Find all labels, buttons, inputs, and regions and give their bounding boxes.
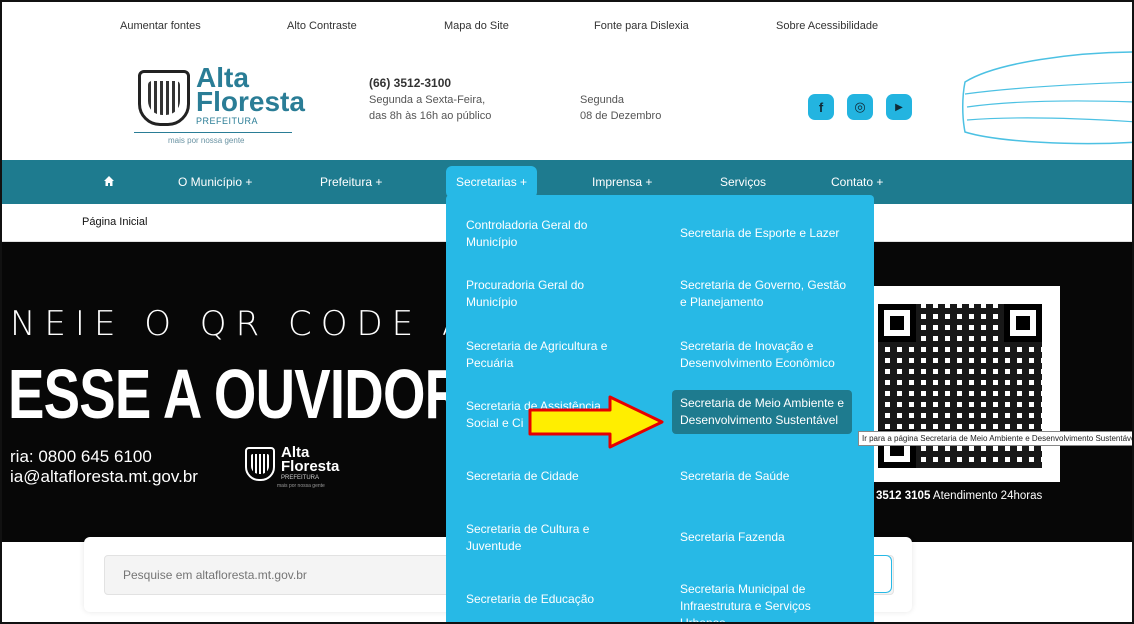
menu-item-controladoria[interactable]: Controladoria Geral do Município	[466, 217, 587, 251]
home-icon[interactable]	[103, 175, 115, 187]
banner-attendance: 66 3512 3105 Atendimento 24horas	[860, 490, 1042, 502]
site-map-link[interactable]: Mapa do Site	[444, 20, 509, 32]
menu-item-governo[interactable]: Secretaria de Governo, Gestão e Planejam…	[680, 277, 846, 311]
banner-logo-slogan: mais por nossa gente	[277, 483, 325, 489]
banner-logo-line2: Floresta	[281, 458, 340, 475]
contact-phone: (66) 3512-3100	[369, 76, 452, 90]
menu-item-meio-ambiente[interactable]: Secretaria de Meio Ambiente e Desenvolvi…	[672, 390, 853, 434]
browser-viewport: Aumentar fontes Alto Contraste Mapa do S…	[0, 0, 1134, 624]
site-logo[interactable]: Alta Floresta PREFEITURA mais por nossa …	[132, 64, 305, 148]
banner-logo-subtitle: PREFEITURA	[281, 475, 320, 481]
menu-item-saude[interactable]: Secretaria de Saúde	[680, 468, 789, 485]
menu-item-cultura[interactable]: Secretaria de Cultura e Juventude	[466, 521, 589, 555]
attendance-text: Atendimento 24horas	[932, 490, 1043, 502]
instagram-icon[interactable]: ◎	[847, 94, 873, 120]
banner-email: ia@altafloresta.mt.gov.br	[10, 467, 198, 486]
banner-title: ESSE A OUVIDORIA	[8, 355, 517, 433]
banner-logo: Alta Floresta PREFEITURA mais por nossa …	[245, 445, 345, 491]
crest-icon	[245, 447, 275, 481]
logo-slogan: mais por nossa gente	[168, 136, 245, 145]
nav-item-secretarias[interactable]: Secretarias +	[446, 166, 538, 198]
logo-text-line2: Floresta	[196, 86, 305, 117]
qr-finder	[878, 304, 916, 342]
decorative-waves-icon	[962, 51, 1132, 145]
facebook-icon[interactable]: f	[808, 94, 834, 120]
nav-item-municipio[interactable]: O Município +	[178, 160, 252, 204]
menu-item-esporte[interactable]: Secretaria de Esporte e Lazer	[680, 225, 839, 242]
about-accessibility-link[interactable]: Sobre Acessibilidade	[776, 20, 878, 32]
menu-item-inovacao[interactable]: Secretaria de Inovação e Desenvolvimento…	[680, 338, 835, 372]
banner-headline: NEIE O QR CODE A	[10, 304, 475, 344]
nav-item-prefeitura[interactable]: Prefeitura +	[320, 160, 382, 204]
current-date: 08 de Dezembro	[580, 110, 662, 122]
opening-hours-time: das 8h às 16h ao público	[369, 110, 492, 122]
menu-item-procuradoria[interactable]: Procuradoria Geral do Município	[466, 277, 584, 311]
menu-item-educacao[interactable]: Secretaria de Educação	[466, 591, 594, 608]
high-contrast-link[interactable]: Alto Contraste	[287, 20, 357, 32]
link-tooltip: Ir para a página Secretaria de Meio Ambi…	[858, 431, 1132, 446]
breadcrumb-home-link[interactable]: Página Inicial	[82, 216, 147, 228]
banner-phone: ria: 0800 645 6100	[10, 447, 152, 466]
crest-icon	[138, 70, 190, 126]
logo-divider	[134, 132, 292, 133]
logo-subtitle: PREFEITURA	[196, 116, 259, 126]
opening-hours-days: Segunda a Sexta-Feira,	[369, 94, 486, 106]
menu-item-agricultura[interactable]: Secretaria de Agricultura e Pecuária	[466, 338, 607, 372]
qr-finder	[1004, 304, 1042, 342]
current-weekday: Segunda	[580, 94, 625, 106]
pointer-arrow-icon	[528, 395, 664, 449]
menu-item-cidade[interactable]: Secretaria de Cidade	[466, 468, 579, 485]
menu-item-fazenda[interactable]: Secretaria Fazenda	[680, 529, 785, 546]
qr-code	[860, 286, 1060, 482]
menu-item-infraestrutura[interactable]: Secretaria Municipal de Infraestrutura e…	[680, 581, 811, 622]
youtube-icon[interactable]: ▶	[886, 94, 912, 120]
accessibility-bar: Aumentar fontes Alto Contraste Mapa do S…	[2, 20, 1132, 40]
increase-font-link[interactable]: Aumentar fontes	[120, 20, 201, 32]
dyslexia-font-link[interactable]: Fonte para Dislexia	[594, 20, 689, 32]
